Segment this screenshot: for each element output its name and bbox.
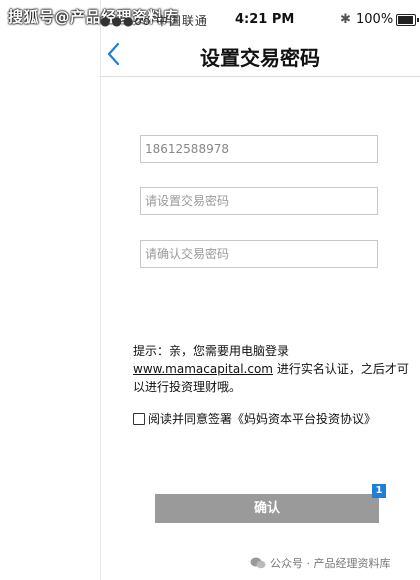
agreement-row[interactable]: 阅读并同意签署《妈妈资本平台投资协议》 [133, 410, 417, 427]
agreement-checkbox[interactable] [133, 412, 145, 425]
carrier-label: ●●●oo 中国联通 [100, 14, 208, 28]
tip-text: 提示：亲，您需要用电脑登录 www.mamacapital.com 进行实名认证… [133, 342, 417, 396]
step-badge: 1 [372, 484, 386, 498]
nav-bar: 设置交易密码 [100, 32, 420, 77]
battery-fill [398, 16, 413, 24]
battery-percent: 100% [356, 12, 394, 27]
agreement-label: 阅读并同意签署《妈妈资本平台投资协议》 [148, 412, 377, 426]
wechat-icon [250, 557, 266, 569]
page-title: 设置交易密码 [200, 46, 320, 70]
status-bar: ●●●oo 中国联通 4:21 PM ✱ 100% [100, 10, 420, 32]
battery-icon [396, 14, 419, 26]
clock: 4:21 PM [235, 12, 295, 27]
watermark-bottom: 公众号 · 产品经理资料库 [250, 555, 391, 571]
tip-prefix: 提示：亲，您需要用电脑登录 [133, 344, 290, 358]
confirm-password-input[interactable] [140, 240, 378, 268]
password-input[interactable] [140, 187, 378, 215]
bluetooth-icon: ✱ [340, 12, 351, 27]
confirm-button[interactable]: 确认 [155, 494, 379, 523]
phone-input[interactable] [140, 135, 378, 163]
website-link[interactable]: www.mamacapital.com [133, 362, 273, 376]
watermark-bottom-text: 公众号 · 产品经理资料库 [270, 557, 391, 570]
